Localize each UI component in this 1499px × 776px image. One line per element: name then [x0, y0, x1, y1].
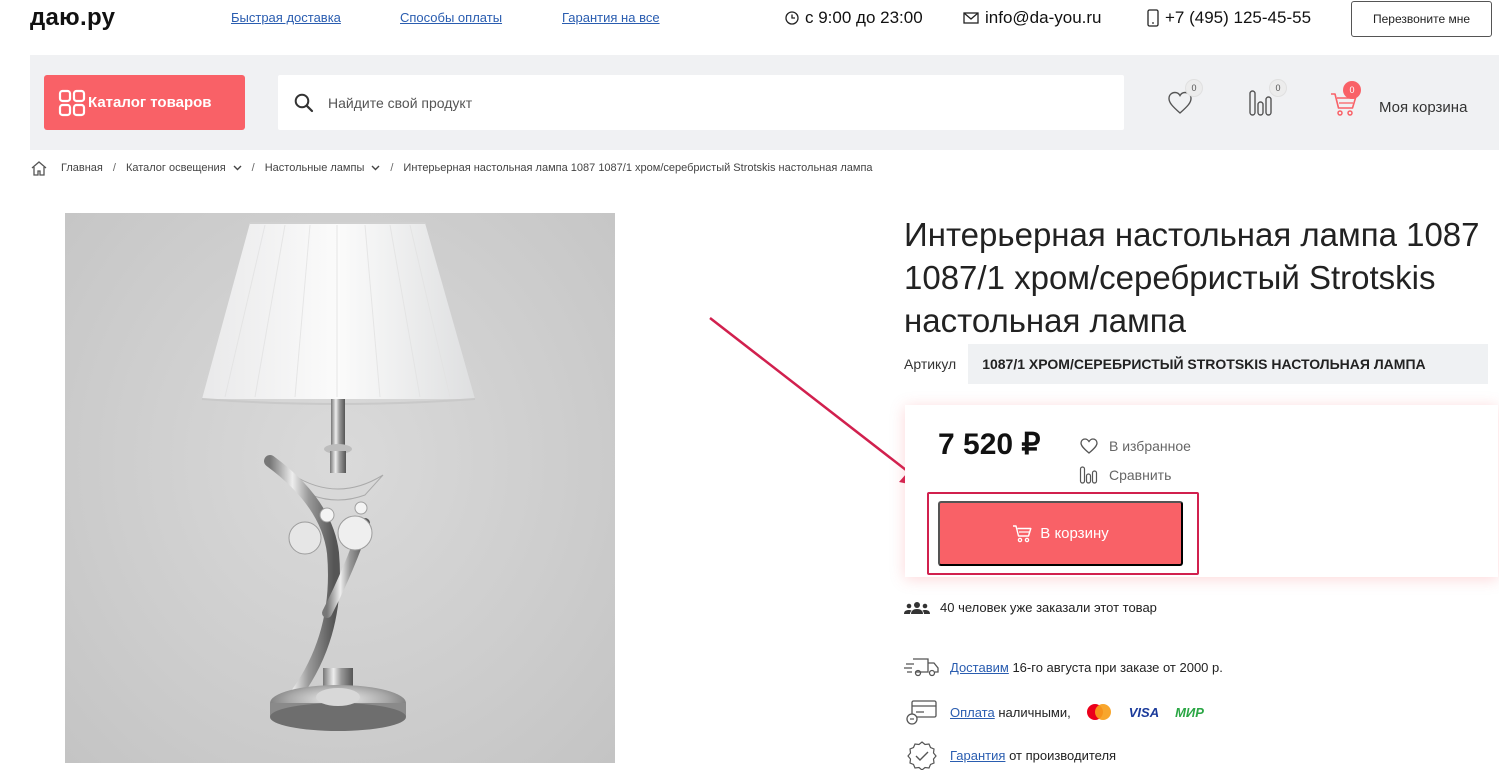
payment-text: наличными,: [998, 704, 1071, 720]
delivery-text: 16-го августа при заказе от 2000 р.: [1012, 659, 1223, 675]
link-warranty[interactable]: Гарантия на все: [562, 10, 660, 25]
working-hours: с 9:00 до 23:00: [785, 8, 923, 28]
top-bar: даю.ру Быстрая доставка Способы оплаты Г…: [0, 0, 1499, 40]
compare-icon: [1079, 466, 1098, 484]
breadcrumb-table-lamps[interactable]: Настольные лампы: [265, 162, 365, 174]
sku-value: 1087/1 ХРОМ/СЕРЕБРИСТЫЙ STROTSKIS НАСТОЛ…: [968, 344, 1489, 384]
payment-info: Оплата наличными, VISA МИР: [904, 698, 1204, 726]
breadcrumb-current: Интерьерная настольная лампа 1087 1087/1…: [403, 162, 873, 174]
product-image[interactable]: [65, 213, 615, 763]
clock-icon: [785, 11, 799, 25]
mir-logo: МИР: [1175, 704, 1204, 720]
compare-label[interactable]: Сравнить: [1109, 467, 1171, 483]
sku-label: Артикул: [904, 356, 957, 372]
breadcrumb-separator: /: [390, 162, 394, 174]
favorites-count-badge: 0: [1185, 79, 1203, 97]
breadcrumb-home[interactable]: Главная: [61, 162, 103, 174]
mastercard-icon: [1085, 703, 1113, 721]
hours-text: с 9:00 до 23:00: [805, 8, 923, 27]
grid-icon: [58, 89, 86, 116]
warranty-info: Гарантия от производителя: [904, 740, 1116, 770]
payment-link[interactable]: Оплата: [950, 705, 995, 720]
lamp-illustration: [201, 222, 476, 731]
catalog-label: Каталог товаров: [88, 94, 212, 111]
mail-icon: [963, 12, 979, 24]
add-to-compare[interactable]: Сравнить: [1079, 465, 1171, 485]
delivery-link[interactable]: Доставим: [950, 660, 1009, 675]
add-to-cart-button[interactable]: В корзину: [938, 501, 1183, 566]
chevron-down-icon[interactable]: [233, 165, 242, 171]
product-title: Интерьерная настольная лампа 1087 1087/1…: [904, 216, 1480, 339]
cart-label[interactable]: Моя корзина: [1379, 99, 1467, 116]
favorite-label[interactable]: В избранное: [1109, 438, 1191, 454]
sku-row: Артикул 1087/1 ХРОМ/СЕРЕБРИСТЫЙ STROTSKI…: [904, 344, 1489, 384]
add-to-favorites[interactable]: В избранное: [1079, 437, 1191, 455]
shield-check-icon: [907, 741, 937, 770]
compare-button[interactable]: 0: [1243, 79, 1287, 123]
users-icon: [904, 601, 930, 614]
delivery-info: Доставим 16-го августа при заказе от 200…: [904, 656, 1223, 678]
chevron-down-icon[interactable]: [371, 165, 380, 171]
truck-icon: [904, 658, 939, 677]
phone-contact[interactable]: +7 (495) 125-45-55: [1147, 8, 1311, 28]
site-logo[interactable]: даю.ру: [30, 4, 115, 32]
product-price: 7 520 ₽: [938, 428, 1041, 461]
orders-info: 40 человек уже заказали этот товар: [904, 600, 1157, 615]
visa-logo: VISA: [1128, 704, 1160, 720]
cart-icon: [1013, 524, 1032, 542]
add-to-cart-label: В корзину: [1040, 525, 1109, 542]
orders-text: 40 человек уже заказали этот товар: [940, 600, 1157, 615]
home-icon[interactable]: [30, 160, 48, 176]
header-toolbar: Каталог товаров Найдите свой продукт 0 0…: [30, 55, 1499, 150]
cart-count-badge: 0: [1343, 81, 1361, 99]
catalog-button[interactable]: Каталог товаров: [44, 75, 245, 130]
price-card: 7 520 ₽ В избранное Сравнить В корзину: [905, 405, 1498, 577]
email-contact[interactable]: info@da-you.ru: [963, 8, 1102, 28]
cart-button[interactable]: 0: [1327, 81, 1367, 123]
card-icon: [906, 700, 937, 725]
search-box[interactable]: Найдите свой продукт: [278, 75, 1124, 130]
warranty-link[interactable]: Гарантия: [950, 748, 1005, 763]
callback-button[interactable]: Перезвоните мне: [1351, 1, 1492, 37]
search-icon: [294, 93, 314, 112]
email-text[interactable]: info@da-you.ru: [985, 8, 1102, 28]
favorites-button[interactable]: 0: [1163, 79, 1203, 123]
link-payment-methods[interactable]: Способы оплаты: [400, 10, 502, 25]
breadcrumb: Главная / Каталог освещения / Настольные…: [30, 158, 873, 178]
breadcrumb-separator: /: [251, 162, 255, 174]
breadcrumb-lighting-catalog[interactable]: Каталог освещения: [126, 162, 226, 174]
search-input[interactable]: Найдите свой продукт: [328, 95, 472, 111]
heart-icon: [1080, 438, 1098, 454]
breadcrumb-separator: /: [112, 162, 116, 174]
link-fast-delivery[interactable]: Быстрая доставка: [231, 10, 341, 25]
phone-text[interactable]: +7 (495) 125-45-55: [1165, 8, 1311, 28]
warranty-text: от производителя: [1009, 747, 1117, 763]
phone-icon: [1147, 9, 1159, 27]
compare-count-badge: 0: [1269, 79, 1287, 97]
